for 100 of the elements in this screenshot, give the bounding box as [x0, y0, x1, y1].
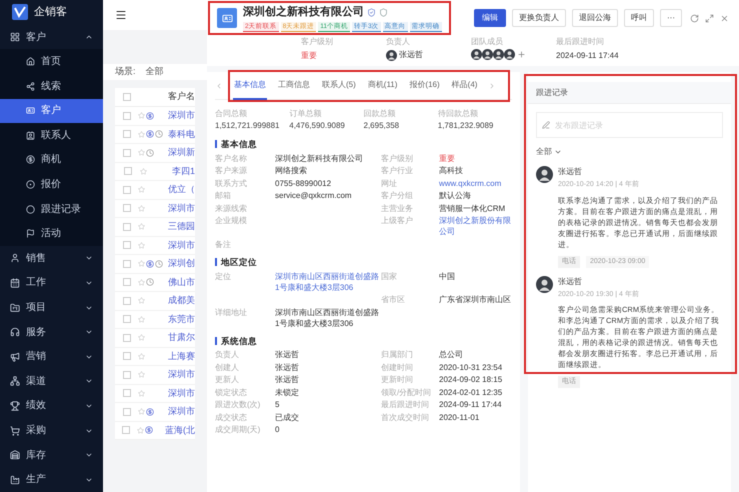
sidebar-group[interactable]: 工作 [0, 270, 103, 296]
sidebar-group[interactable]: 销售 [0, 246, 103, 271]
checkbox[interactable] [122, 130, 131, 138]
sidebar-group[interactable]: 服务 [0, 320, 103, 344]
sidebar-item[interactable]: 跟进记录 [0, 196, 103, 222]
sidebar-group[interactable]: 库存 [0, 442, 103, 468]
customer-link[interactable]: 甘肃尔 [168, 331, 195, 344]
dollar-icon [146, 130, 154, 138]
checkbox[interactable] [122, 278, 131, 286]
sidebar-item[interactable]: 商机 [0, 148, 103, 172]
sidebar-item[interactable]: 首页 [0, 49, 103, 74]
scroll-left-icon[interactable] [215, 82, 223, 90]
star-icon[interactable] [138, 334, 146, 342]
star-icon[interactable] [138, 352, 146, 360]
checkbox[interactable] [122, 260, 131, 268]
checkbox[interactable] [122, 296, 131, 305]
customer-link[interactable]: 深圳创 [168, 257, 195, 270]
customer-link[interactable]: 泰科电 [168, 128, 195, 141]
star-icon[interactable] [138, 130, 146, 138]
tab[interactable]: 工商信息 [277, 72, 311, 100]
star-icon[interactable] [138, 204, 146, 212]
sidebar-item[interactable]: 线索 [0, 74, 103, 98]
tab[interactable]: 商机(11) [366, 72, 398, 100]
checkbox[interactable] [122, 148, 131, 157]
action-button[interactable]: ··· [660, 9, 682, 27]
star-icon[interactable] [138, 149, 146, 156]
sidebar-item[interactable]: 报价 [0, 172, 103, 197]
checkbox[interactable] [122, 186, 131, 194]
star-icon[interactable] [138, 112, 146, 120]
star-icon[interactable] [138, 297, 146, 304]
sidebar-item[interactable]: 联系人 [0, 123, 103, 148]
sidebar-item[interactable]: 活动 [0, 221, 103, 246]
customer-link[interactable]: 深圳市 [168, 202, 195, 215]
customer-link[interactable]: 深圳新 [168, 146, 195, 160]
checkbox[interactable] [122, 204, 131, 212]
customer-link[interactable]: 深圳市 [168, 405, 195, 418]
sidebar-group[interactable]: 营销 [0, 344, 103, 370]
star-icon[interactable] [138, 390, 146, 397]
sidebar-group[interactable]: 生产 [0, 467, 103, 492]
checkbox[interactable] [122, 241, 131, 250]
customer-link[interactable]: 深圳市 [168, 109, 195, 122]
close-icon[interactable] [720, 14, 729, 22]
checkbox[interactable] [122, 352, 131, 360]
tab[interactable]: 样品(4) [450, 72, 478, 100]
customer-link[interactable]: 蓝海(北 [165, 424, 195, 437]
clock-icon [146, 278, 154, 286]
sidebar-group[interactable]: 项目 [0, 295, 103, 320]
checkbox[interactable] [122, 370, 131, 379]
star-icon[interactable] [138, 223, 146, 230]
star-icon[interactable] [138, 186, 146, 194]
field-link[interactable]: www.qxkcrm.com [439, 178, 512, 189]
checkbox[interactable] [122, 112, 131, 120]
customer-link[interactable]: 成都美 [168, 294, 195, 308]
customer-link[interactable]: 上海赛 [168, 350, 195, 363]
tab[interactable]: 联系人(5) [321, 72, 357, 100]
expand-icon[interactable] [705, 14, 714, 22]
sidebar-item[interactable]: 客户 [0, 98, 103, 124]
checkbox[interactable] [122, 334, 131, 342]
star-icon[interactable] [138, 242, 146, 249]
filter-dropdown[interactable]: 全部 [536, 146, 562, 158]
action-button[interactable]: 更换负责人 [512, 9, 566, 27]
scene-value[interactable]: 全部 [146, 65, 164, 79]
customer-link[interactable]: 深圳市 [168, 238, 195, 252]
customer-link[interactable]: 李四1 [172, 164, 195, 178]
checkbox[interactable] [122, 93, 131, 101]
star-icon[interactable] [138, 278, 146, 286]
star-icon[interactable] [140, 168, 148, 175]
star-icon[interactable] [138, 408, 146, 416]
star-icon[interactable] [138, 316, 146, 323]
tab[interactable]: 报价(16) [408, 72, 441, 100]
action-button[interactable]: 呼叫 [624, 9, 654, 27]
checkbox[interactable] [122, 315, 131, 324]
star-icon[interactable] [137, 426, 144, 434]
edit-button[interactable]: 编辑 [474, 9, 506, 27]
customer-link[interactable]: 佛山市 [168, 276, 195, 289]
add-icon[interactable] [517, 50, 526, 59]
customer-link[interactable]: 深圳市 [168, 368, 195, 382]
customer-link[interactable]: 优立（ [168, 183, 195, 196]
customer-link[interactable]: 东莞市 [168, 312, 195, 326]
checkbox[interactable] [122, 222, 131, 231]
checkbox[interactable] [122, 408, 131, 416]
checkbox[interactable] [122, 389, 131, 398]
stat-label: 合同总额 [215, 108, 248, 120]
checkbox[interactable] [124, 167, 132, 176]
field-link[interactable]: 深圳创之新股份有限公司 [439, 215, 512, 238]
checkbox[interactable] [122, 426, 130, 434]
tab[interactable]: 基本信息 [233, 72, 267, 100]
sidebar-group[interactable]: 渠道 [0, 369, 103, 394]
customer-link[interactable]: 深圳市 [168, 386, 195, 400]
field-value: 张远哲 [275, 362, 300, 373]
field-link[interactable]: 深圳市南山区西丽街道创盛路1号康和盛大楼3层306 [275, 270, 381, 292]
sidebar-group[interactable]: 采购 [0, 418, 103, 443]
sidebar-group[interactable]: 绩效 [0, 394, 103, 418]
action-button[interactable]: 退回公海 [572, 9, 618, 27]
star-icon[interactable] [138, 371, 146, 378]
star-icon[interactable] [138, 260, 146, 268]
customer-link[interactable]: 三德园 [168, 220, 195, 234]
refresh-icon[interactable] [690, 14, 699, 22]
sidebar-group[interactable]: 客户 [0, 24, 103, 50]
field-label: 成交状态 [215, 412, 248, 423]
